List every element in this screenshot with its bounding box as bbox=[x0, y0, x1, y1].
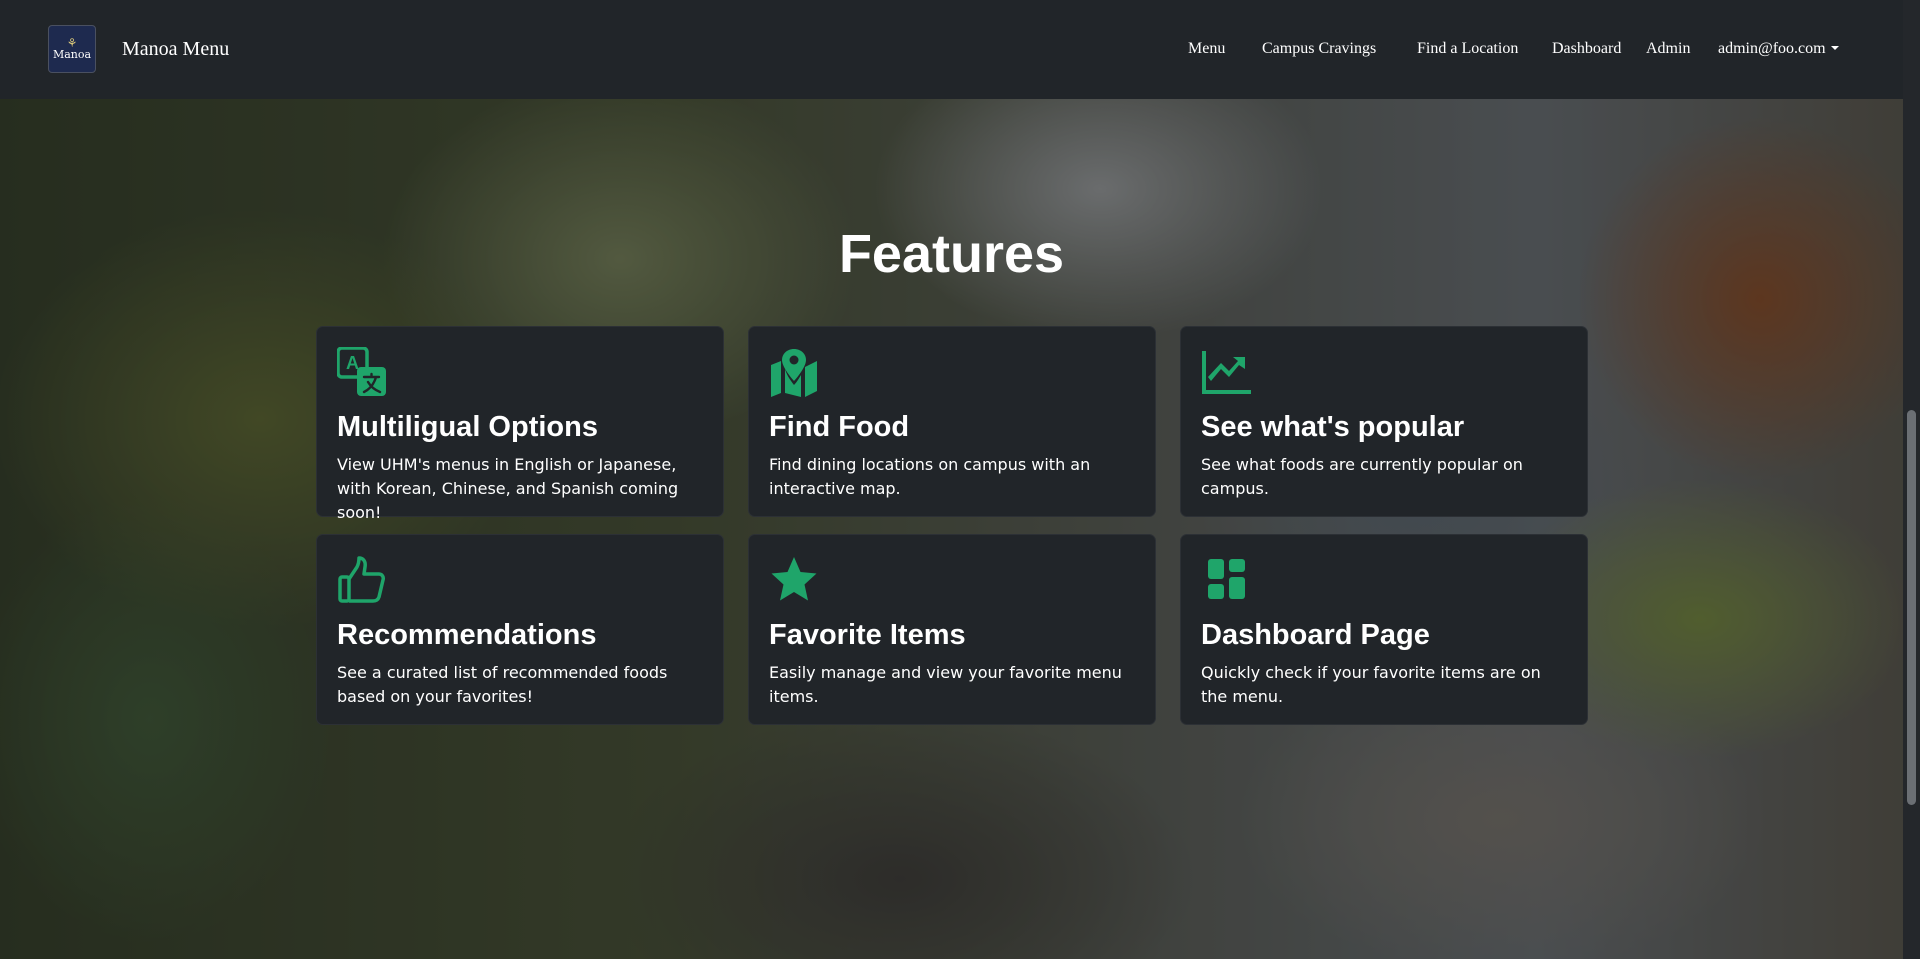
dashboard-icon bbox=[1201, 555, 1251, 605]
brand-link[interactable]: Manoa Menu bbox=[122, 36, 229, 62]
feature-card-dashboard: Dashboard Page Quickly check if your fav… bbox=[1180, 534, 1588, 725]
svg-text:A: A bbox=[346, 353, 359, 373]
star-icon bbox=[769, 555, 819, 605]
feature-description: Easily manage and view your favorite men… bbox=[769, 663, 1122, 706]
feature-title: Multiligual Options bbox=[337, 411, 598, 443]
feature-card-find-food: Find Food Find dining locations on campu… bbox=[748, 326, 1156, 517]
thumbs-up-icon bbox=[337, 555, 387, 605]
feature-title: Favorite Items bbox=[769, 619, 966, 651]
feature-description: Quickly check if your favorite items are… bbox=[1201, 663, 1541, 706]
nav-find-location-link[interactable]: Find a Location bbox=[1417, 38, 1518, 60]
feature-description: Find dining locations on campus with an … bbox=[769, 455, 1091, 498]
page-scrollbar[interactable] bbox=[1903, 0, 1920, 959]
manoa-logo[interactable]: ⚘ Manoa bbox=[48, 25, 96, 73]
map-marker-icon bbox=[769, 347, 819, 397]
trending-chart-icon bbox=[1201, 347, 1251, 397]
scrollbar-thumb[interactable] bbox=[1907, 410, 1916, 805]
user-dropdown[interactable]: admin@foo.com bbox=[1718, 38, 1839, 60]
feature-title: Dashboard Page bbox=[1201, 619, 1430, 651]
feature-description: See a curated list of recommended foods … bbox=[337, 663, 668, 706]
user-email: admin@foo.com bbox=[1718, 40, 1826, 57]
nav-menu-link[interactable]: Menu bbox=[1188, 38, 1225, 60]
feature-description: See what foods are currently popular on … bbox=[1201, 455, 1523, 498]
feature-title: See what's popular bbox=[1201, 411, 1465, 443]
feature-card-popular: See what's popular See what foods are cu… bbox=[1180, 326, 1588, 517]
nav-admin-link[interactable]: Admin bbox=[1646, 38, 1690, 60]
nav-dashboard-link[interactable]: Dashboard bbox=[1552, 38, 1621, 60]
feature-card-multilingual: A Multiligual Options View UHM's menus i… bbox=[316, 326, 724, 522]
feature-card-favorites: Favorite Items Easily manage and view yo… bbox=[748, 534, 1156, 725]
logo-text: Manoa bbox=[52, 48, 92, 61]
nav-campus-cravings-link[interactable]: Campus Cravings bbox=[1262, 38, 1376, 60]
caret-down-icon bbox=[1830, 46, 1839, 50]
feature-card-recommendations: Recommendations See a curated list of re… bbox=[316, 534, 724, 725]
feature-description: View UHM's menus in English or Japanese,… bbox=[337, 455, 679, 522]
translate-icon: A bbox=[337, 347, 387, 397]
feature-title: Find Food bbox=[769, 411, 910, 443]
top-navbar: ⚘ Manoa Manoa Menu Menu Campus Cravings … bbox=[0, 0, 1920, 99]
feature-title: Recommendations bbox=[337, 619, 597, 651]
features-heading: Features bbox=[838, 224, 1065, 284]
